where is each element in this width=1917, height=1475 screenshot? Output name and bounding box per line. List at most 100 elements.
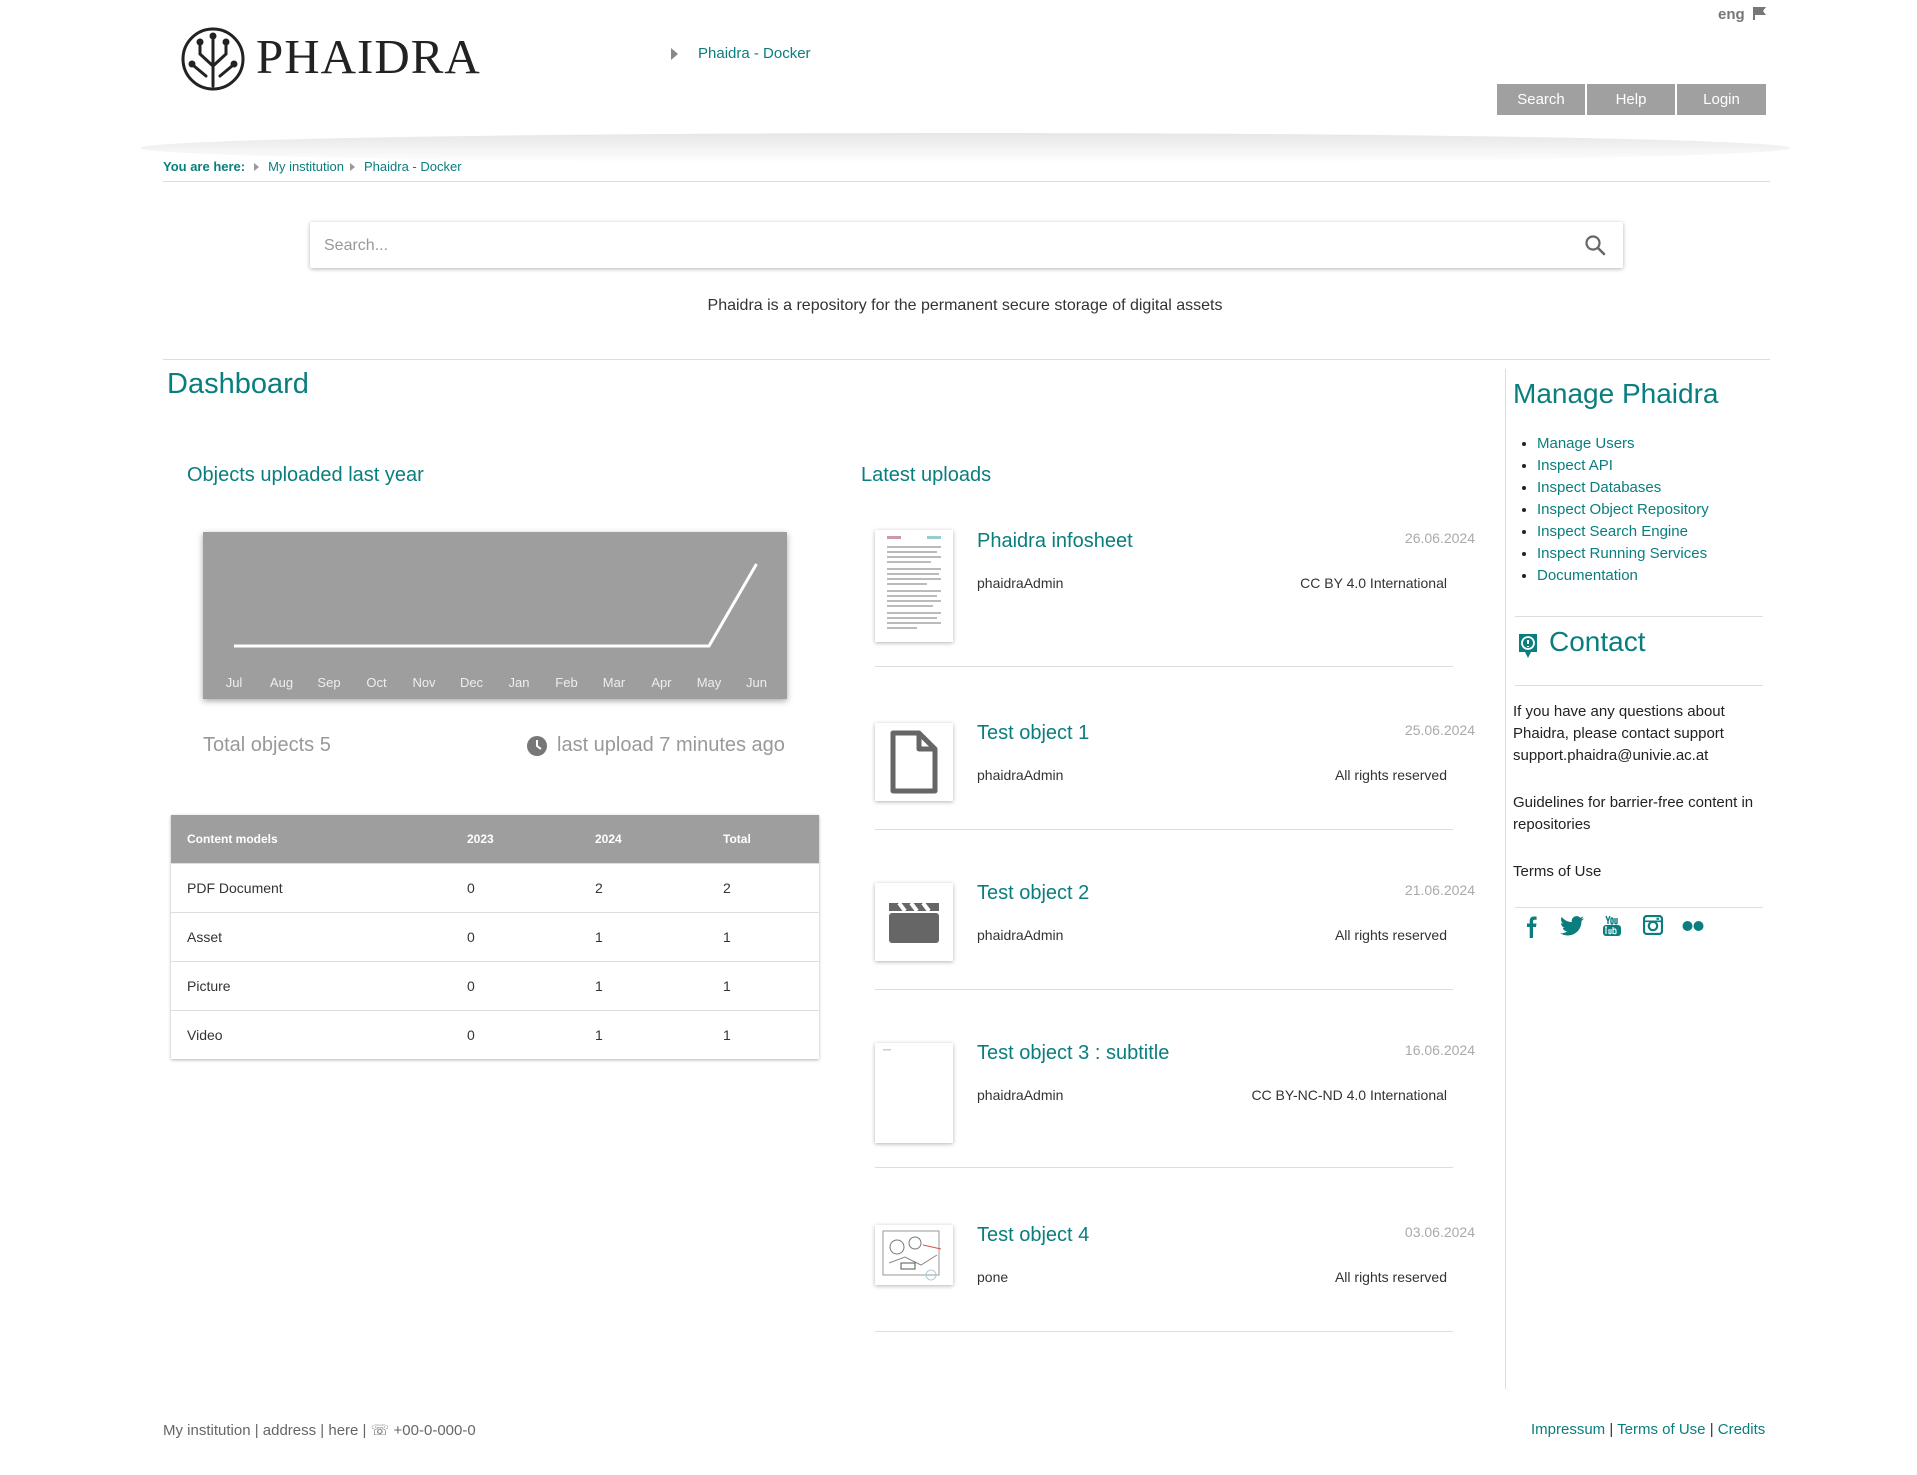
upload-owner: phaidraAdmin <box>977 575 1064 591</box>
chart-x-tick-label: Mar <box>603 675 626 690</box>
footer-credits-link[interactable]: Credits <box>1718 1421 1766 1438</box>
upload-date: 25.06.2024 <box>1404 722 1475 738</box>
file-icon <box>890 730 938 794</box>
manage-links: Manage Users Inspect API Inspect Databas… <box>1519 433 1709 587</box>
sketch-thumbnail[interactable] <box>875 1225 953 1285</box>
breadcrumb-item-instance[interactable]: Phaidra - Docker <box>364 159 462 174</box>
blank-page-thumbnail[interactable] <box>875 1043 953 1143</box>
clock-icon <box>527 736 547 756</box>
upload-item[interactable]: Test object 4 03.06.2024 pone All rights… <box>875 1224 1475 1379</box>
footer-impressum-link[interactable]: Impressum <box>1531 1421 1605 1438</box>
guidelines-link[interactable]: Guidelines for barrier-free content in r… <box>1513 792 1763 836</box>
last-upload: last upload 7 minutes ago <box>557 734 785 756</box>
divider <box>1515 907 1763 908</box>
table-cell: 1 <box>579 961 707 1011</box>
divider <box>875 829 1453 830</box>
sidebar-divider <box>1505 369 1506 1389</box>
table-cell: 1 <box>707 912 819 962</box>
upload-title[interactable]: Test object 3 : subtitle <box>977 1042 1169 1065</box>
manage-link-databases[interactable]: Inspect Databases <box>1537 479 1661 496</box>
divider <box>875 666 1453 667</box>
upload-title[interactable]: Test object 4 <box>977 1224 1089 1247</box>
nav-help-button[interactable]: Help <box>1587 84 1675 115</box>
flag-icon <box>1752 7 1766 20</box>
chart-series-line <box>234 563 758 648</box>
manage-link-users[interactable]: Manage Users <box>1537 435 1635 452</box>
document-preview-image <box>887 536 941 629</box>
language-label: eng <box>1718 6 1745 23</box>
breadcrumb-item-institution[interactable]: My institution <box>268 159 344 174</box>
facebook-icon[interactable] <box>1522 914 1540 938</box>
table-cell: 0 <box>451 1010 579 1059</box>
video-clapper-icon <box>889 901 939 943</box>
nav-search-button[interactable]: Search <box>1497 84 1585 115</box>
upload-date: 16.06.2024 <box>1404 1042 1475 1058</box>
search-input[interactable] <box>322 232 1566 260</box>
table-cell: Video <box>171 1010 451 1059</box>
contact-email-link[interactable]: support.phaidra@univie.ac.at <box>1513 745 1763 767</box>
chart-x-tick-label: Aug <box>270 675 293 690</box>
file-thumbnail[interactable] <box>875 723 953 801</box>
tagline: Phaidra is a repository for the permanen… <box>707 297 1223 314</box>
chart-x-tick-label: Sep <box>317 675 340 690</box>
upload-owner: phaidraAdmin <box>977 1087 1064 1103</box>
social-links <box>1522 914 1752 940</box>
manage-link-api[interactable]: Inspect API <box>1537 457 1613 474</box>
divider <box>875 1331 1453 1332</box>
nav-login-button[interactable]: Login <box>1677 84 1766 115</box>
upload-item[interactable]: Phaidra infosheet 26.06.2024 phaidraAdmi… <box>875 530 1475 685</box>
divider <box>1515 616 1763 617</box>
top-nav: Search Help Login <box>1497 84 1768 115</box>
upload-item[interactable]: Test object 2 21.06.2024 phaidraAdmin Al… <box>875 882 1475 1037</box>
footer-terms-link[interactable]: Terms of Use <box>1617 1421 1705 1438</box>
instagram-icon[interactable] <box>1643 915 1663 935</box>
manage-link-documentation[interactable]: Documentation <box>1537 567 1638 584</box>
chart-x-tick-label: May <box>697 675 722 690</box>
table-row: Asset 0 1 1 <box>171 912 819 962</box>
phaidra-logo[interactable]: PHAIDRA <box>180 26 480 94</box>
search-icon[interactable] <box>1584 234 1606 256</box>
blank-page-preview <box>883 1049 891 1051</box>
manage-link-search-engine[interactable]: Inspect Search Engine <box>1537 523 1688 540</box>
table-cell: 0 <box>451 961 579 1011</box>
upload-title[interactable]: Phaidra infosheet <box>977 530 1133 553</box>
footer-address: My institution | address | here | ☏ +00-… <box>163 1422 476 1439</box>
video-thumbnail[interactable] <box>875 883 953 961</box>
upload-title[interactable]: Test object 2 <box>977 882 1089 905</box>
uploads-chart: Jul Aug Sep Oct Nov Dec Jan Feb Mar Apr May Jun <box>203 532 787 699</box>
chart-x-tick-label: Apr <box>651 675 672 690</box>
youtube-icon[interactable] <box>1602 915 1622 937</box>
table-cell: 2 <box>707 863 819 913</box>
upload-license: CC BY 4.0 International <box>1300 575 1447 591</box>
caret-right-icon <box>671 48 678 60</box>
table-header: 2024 <box>579 815 707 864</box>
table-cell: PDF Document <box>171 863 451 913</box>
sketch-preview <box>882 1230 942 1281</box>
table-row: PDF Document 0 2 2 <box>171 863 819 913</box>
divider <box>875 989 1453 990</box>
footer-separator: | <box>1709 1421 1718 1438</box>
terms-link[interactable]: Terms of Use <box>1513 861 1763 883</box>
caret-right-icon <box>350 163 355 171</box>
phaidra-logo-icon <box>181 27 245 91</box>
manage-link-object-repository[interactable]: Inspect Object Repository <box>1537 501 1709 518</box>
contact-text: If you have any questions about Phaidra,… <box>1513 703 1725 742</box>
caret-right-icon <box>254 163 260 171</box>
uploads-line-chart: Jul Aug Sep Oct Nov Dec Jan Feb Mar Apr May Jun <box>226 563 767 690</box>
upload-item[interactable]: Test object 1 25.06.2024 phaidraAdmin Al… <box>875 722 1475 877</box>
manage-title: Manage Phaidra <box>1513 378 1719 409</box>
chart-x-tick-label: Jul <box>226 675 243 690</box>
language-switcher[interactable]: eng <box>1718 6 1768 23</box>
chart-x-tick-label: Jan <box>509 675 530 690</box>
chart-x-tick-label: Nov <box>412 675 436 690</box>
divider <box>163 359 1770 360</box>
manage-link-running-services[interactable]: Inspect Running Services <box>1537 545 1707 562</box>
upload-license: All rights reserved <box>1334 767 1447 783</box>
upload-item[interactable]: Test object 3 : subtitle 16.06.2024 phai… <box>875 1042 1475 1197</box>
document-preview-thumbnail[interactable] <box>875 530 953 642</box>
upload-title[interactable]: Test object 1 <box>977 722 1089 745</box>
twitter-icon[interactable] <box>1560 916 1584 936</box>
flickr-icon[interactable] <box>1682 920 1704 932</box>
contact-title: Contact <box>1549 626 1646 657</box>
table-header: Total <box>707 815 819 864</box>
